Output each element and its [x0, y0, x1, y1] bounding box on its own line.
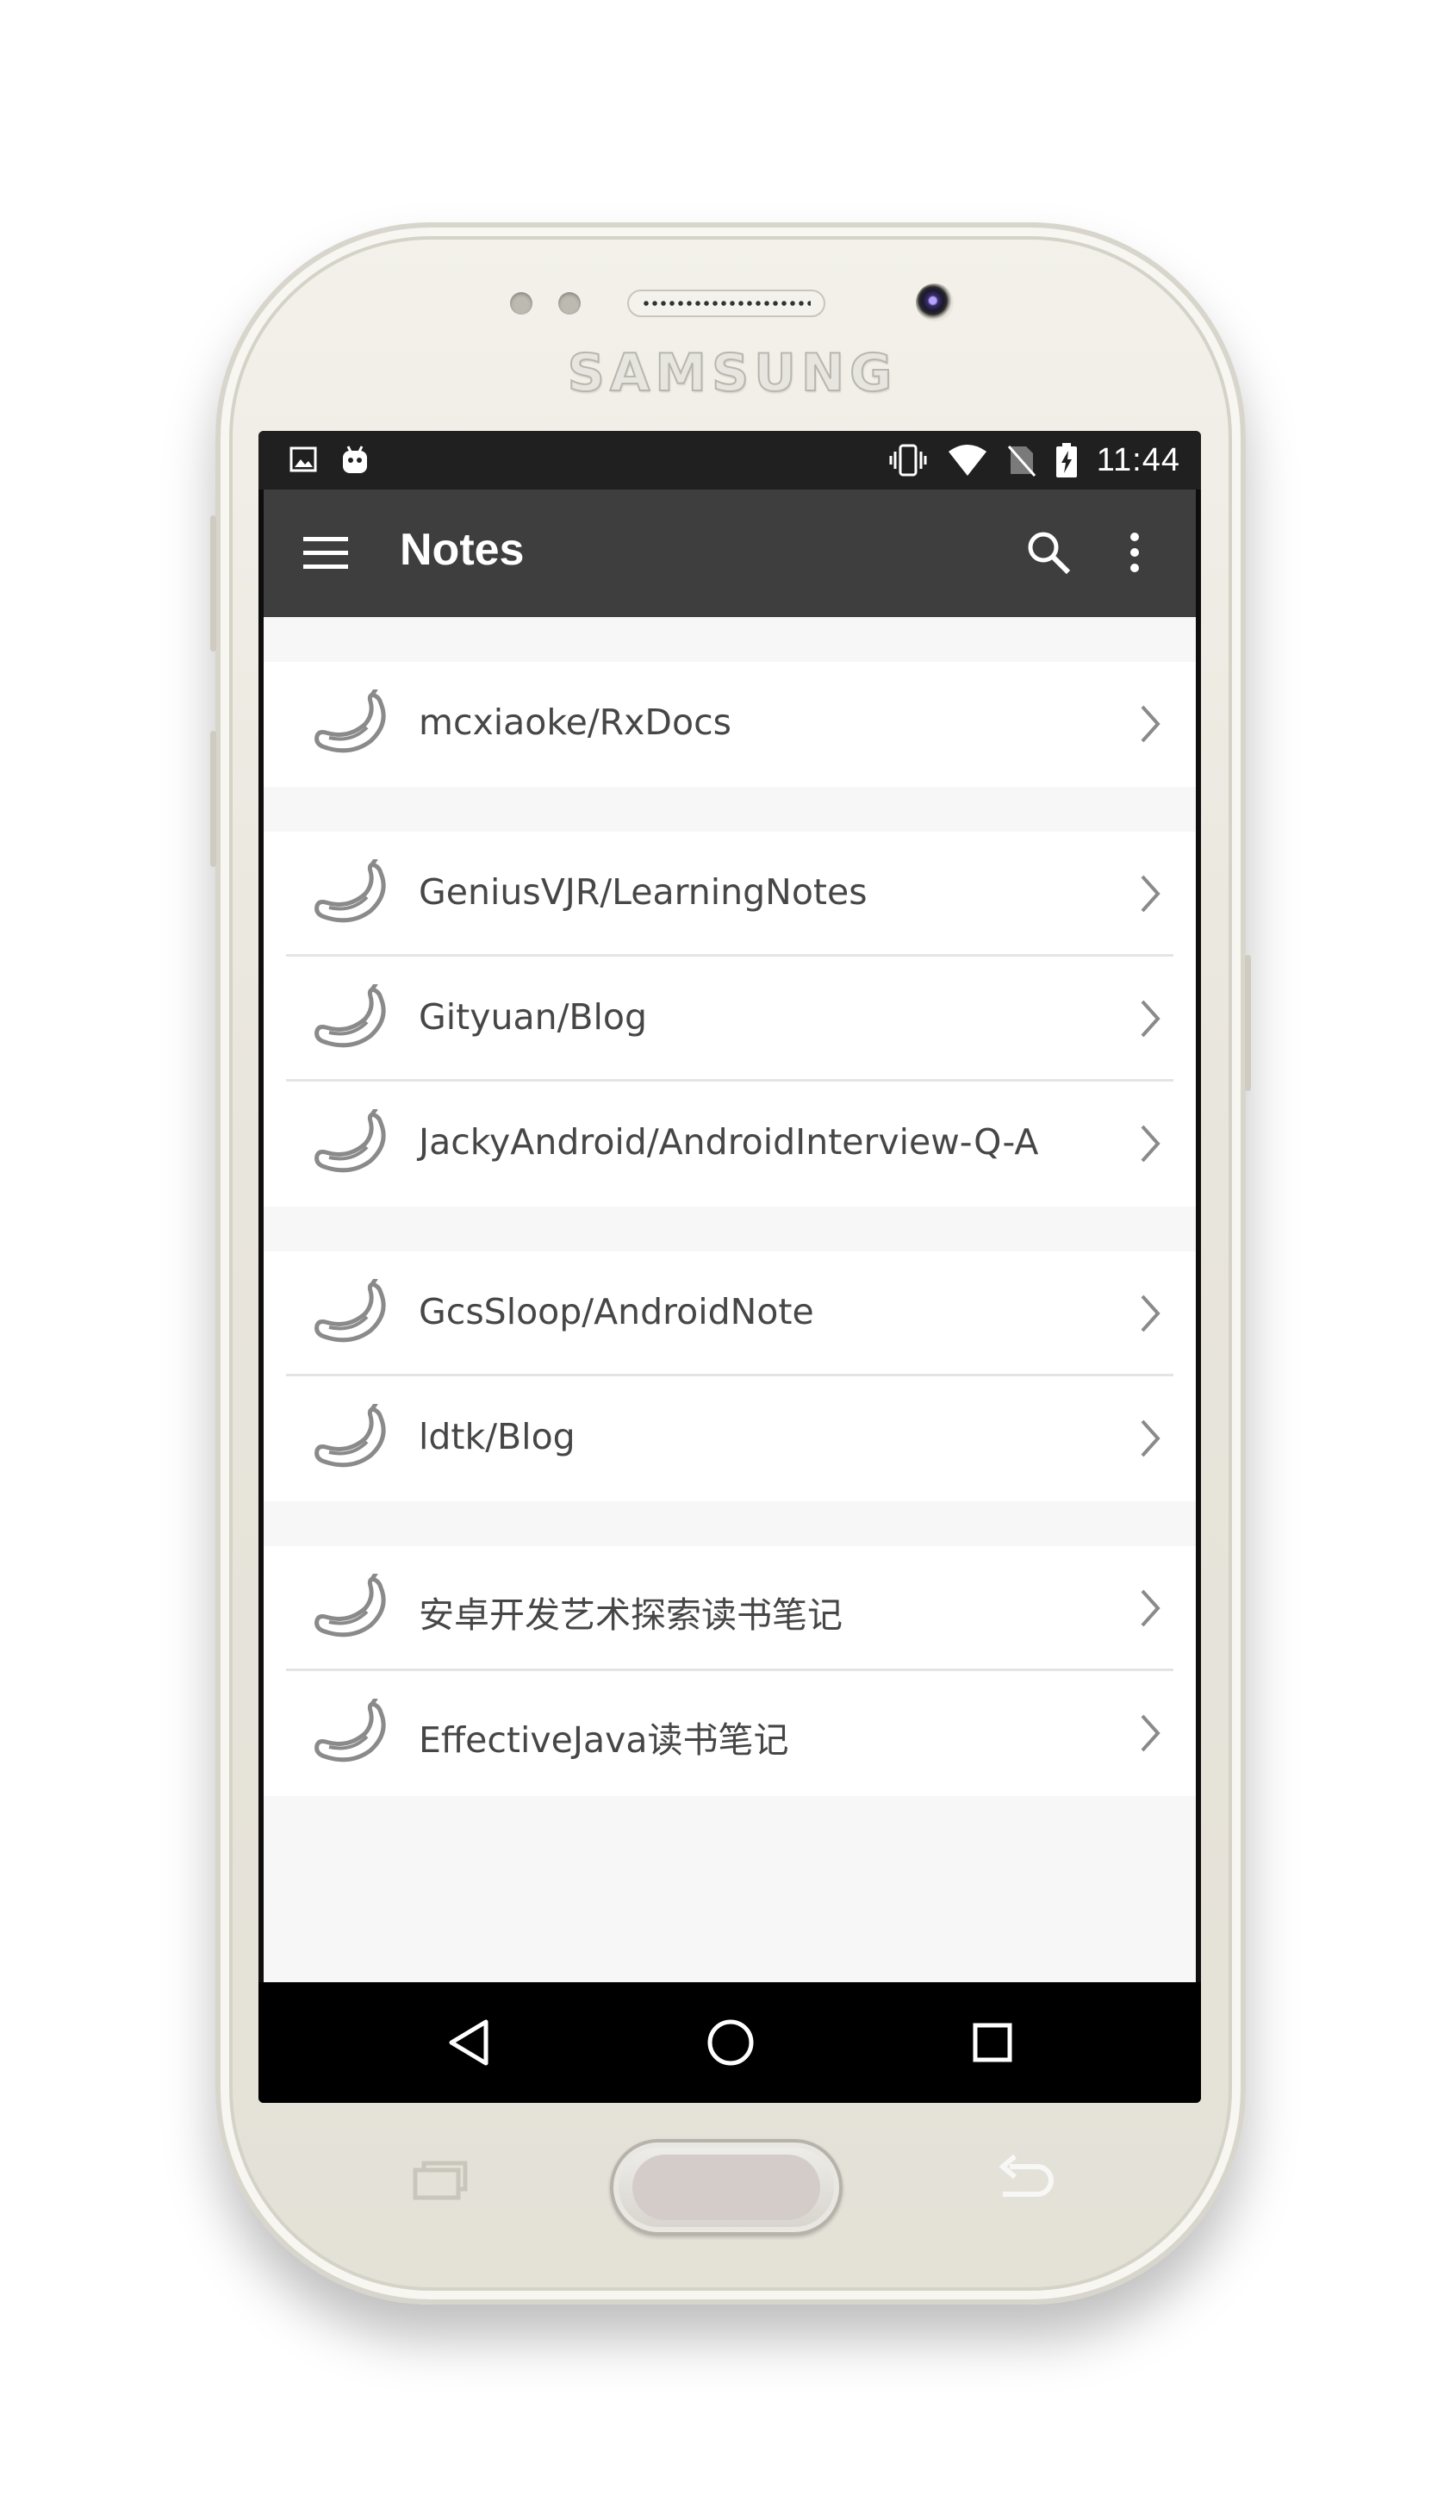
list-item[interactable]: JackyAndroid/AndroidInterview-Q-A	[264, 1082, 1196, 1207]
proximity-sensor	[510, 292, 532, 315]
no-sim-icon	[1007, 446, 1036, 477]
status-time: 11:44	[1096, 441, 1180, 478]
notes-list: mcxiaoke/RxDocs GeniusVJR/LearningNotes Gi…	[264, 617, 1196, 1982]
chevron-right-icon	[1137, 702, 1163, 746]
chevron-right-icon	[1137, 871, 1163, 916]
list-item-label: mcxiaoke/RxDocs	[419, 702, 731, 743]
list-item-label: Gityuan/Blog	[419, 996, 648, 1038]
banana-icon	[310, 857, 393, 928]
front-camera-icon	[916, 284, 954, 321]
list-item-label: GeniusVJR/LearningNotes	[419, 871, 868, 913]
list-item[interactable]: EffectiveJava读书笔记	[264, 1671, 1196, 1796]
menu-button[interactable]	[300, 529, 352, 577]
nav-home-button[interactable]	[696, 2008, 765, 2077]
list-item-label: JackyAndroid/AndroidInterview-Q-A	[419, 1121, 1039, 1163]
chevron-right-icon	[1137, 1711, 1163, 1756]
home-circle-icon	[707, 2019, 754, 2066]
chevron-right-icon	[1137, 1291, 1163, 1336]
navigation-bar	[258, 1982, 1201, 2103]
wifi-icon	[948, 445, 986, 476]
power-key	[1245, 955, 1251, 1091]
image-notification-icon	[289, 446, 317, 472]
chevron-right-icon	[1137, 1586, 1163, 1631]
list-group: 安卓开发艺术探索读书笔记 EffectiveJava读书笔记	[264, 1546, 1196, 1796]
nav-recents-button[interactable]	[958, 2008, 1027, 2077]
volume-down-key	[210, 731, 216, 867]
app-bar: Notes	[264, 490, 1196, 617]
chevron-right-icon	[1137, 1416, 1163, 1461]
android-notification-icon	[343, 446, 367, 473]
search-icon	[1028, 532, 1071, 575]
more-vert-icon	[1130, 533, 1139, 572]
battery-charging-icon	[1055, 443, 1077, 477]
chevron-right-icon	[1137, 996, 1163, 1041]
brand-logo: SAMSUNG	[567, 342, 898, 404]
earpiece-speaker	[627, 290, 825, 317]
list-item-label: ldtk/Blog	[419, 1416, 576, 1457]
list-item[interactable]: GeniusVJR/LearningNotes	[264, 832, 1196, 957]
back-triangle-icon	[449, 2019, 488, 2066]
list-item-label: 安卓开发艺术探索读书笔记	[419, 1594, 843, 1636]
list-item[interactable]: mcxiaoke/RxDocs	[264, 662, 1196, 787]
list-group: GeniusVJR/LearningNotes Gityuan/Blog Jacky…	[264, 832, 1196, 1207]
chevron-right-icon	[1137, 1121, 1163, 1166]
volume-up-key	[210, 515, 216, 652]
device-screen: 11:44 Notes mcxiaoke/RxDocs GeniusVJR/Le…	[258, 431, 1201, 2103]
light-sensor	[558, 292, 581, 315]
list-item[interactable]: GcsSloop/AndroidNote	[264, 1251, 1196, 1376]
banana-icon	[310, 1401, 393, 1473]
list-group: GcsSloop/AndroidNote ldtk/Blog	[264, 1251, 1196, 1501]
nav-back-button[interactable]	[434, 2008, 503, 2077]
list-item-label: EffectiveJava读书笔记	[419, 1719, 789, 1761]
vibrate-icon	[889, 444, 927, 477]
more-options-button[interactable]	[1117, 524, 1153, 581]
banana-icon	[310, 1107, 393, 1178]
list-item[interactable]: Gityuan/Blog	[264, 957, 1196, 1082]
banana-icon	[310, 1276, 393, 1348]
search-button[interactable]	[1020, 524, 1077, 581]
hardware-back-key-icon	[999, 2155, 1054, 2197]
page-title: Notes	[400, 525, 525, 575]
banana-icon	[310, 982, 393, 1053]
banana-icon	[310, 687, 393, 758]
list-group: mcxiaoke/RxDocs	[264, 662, 1196, 787]
list-item[interactable]: ldtk/Blog	[264, 1376, 1196, 1501]
banana-icon	[310, 1696, 393, 1768]
recents-square-icon	[973, 2023, 1012, 2062]
hamburger-menu-icon	[303, 537, 348, 569]
list-item-label: GcsSloop/AndroidNote	[419, 1291, 814, 1332]
status-bar: 11:44	[258, 431, 1201, 490]
hardware-home-key	[610, 2139, 843, 2236]
banana-icon	[310, 1571, 393, 1643]
list-item[interactable]: 安卓开发艺术探索读书笔记	[264, 1546, 1196, 1671]
hardware-recents-key-icon	[413, 2161, 468, 2200]
